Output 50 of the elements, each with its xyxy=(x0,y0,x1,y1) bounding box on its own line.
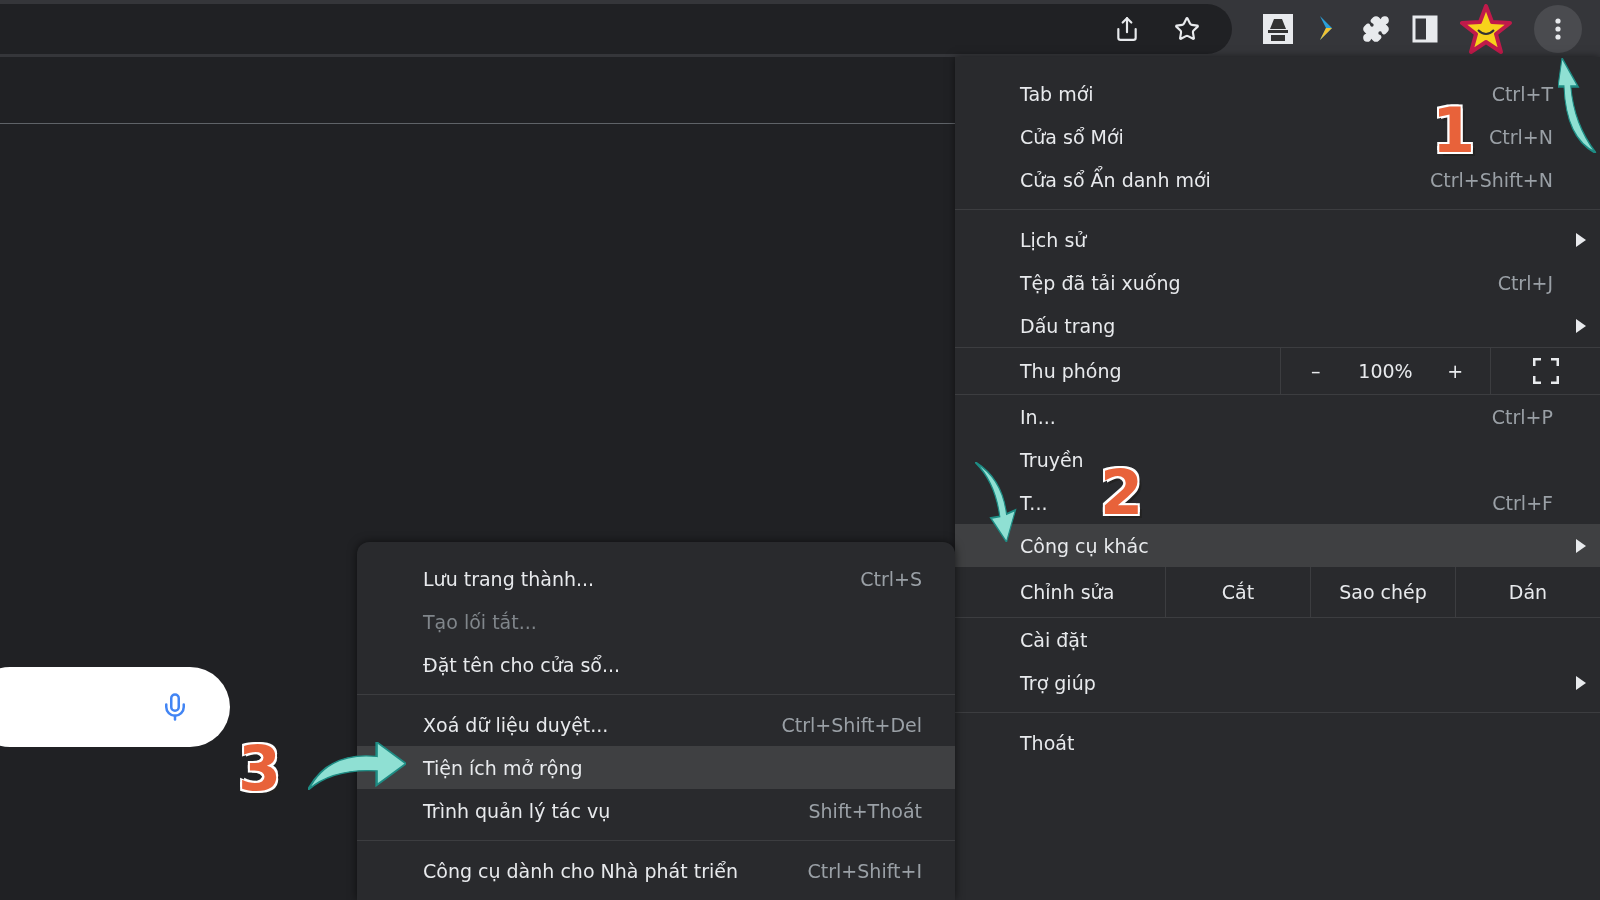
fullscreen-icon[interactable] xyxy=(1532,358,1559,384)
edit-button[interactable]: Cắt xyxy=(1165,567,1310,617)
menu-item[interactable]: Cửa sổ Ẩn danh mới xyxy=(1020,168,1211,191)
menu-item[interactable]: T... xyxy=(1020,491,1048,514)
menu-item[interactable]: Lịch sử xyxy=(1020,228,1087,251)
share-icon[interactable] xyxy=(1114,15,1140,42)
more-icon xyxy=(1555,17,1561,40)
shortcut-text: Ctrl+T xyxy=(1491,82,1553,105)
shortcut-text: Ctrl+S xyxy=(860,567,922,590)
shortcut-text: Ctrl+P xyxy=(1491,405,1553,428)
menu-item[interactable]: In... xyxy=(1020,405,1056,428)
menu-button[interactable] xyxy=(1534,4,1582,53)
shortcut-text: Ctrl+J xyxy=(1497,271,1553,294)
puzzle-icon[interactable] xyxy=(1362,14,1390,43)
menu-item[interactable]: Đặt tên cho cửa sổ... xyxy=(423,653,621,676)
extension-icon[interactable] xyxy=(1262,12,1294,45)
menu-item[interactable]: Trợ giúp xyxy=(1020,671,1096,694)
bookmark-star-icon[interactable] xyxy=(1174,15,1200,42)
menu-item[interactable]: Tệp đã tải xuống xyxy=(1020,271,1181,294)
search-box[interactable] xyxy=(0,667,230,747)
zoom-in-button[interactable]: + xyxy=(1420,360,1490,382)
shortcut-text: Ctrl+N xyxy=(1489,125,1553,148)
zoom-out-button[interactable]: – xyxy=(1281,360,1351,382)
shortcut-text: Shift+Thoát xyxy=(808,799,922,822)
menu-item[interactable]: Dấu trang xyxy=(1020,314,1116,337)
menu-item[interactable]: Tiện ích mở rộng xyxy=(423,756,583,779)
menu-item[interactable]: Tab mới xyxy=(1020,82,1094,105)
smiling-star-avatar-icon[interactable] xyxy=(1460,3,1512,54)
menu-item[interactable]: Công cụ dành cho Nhà phát triển xyxy=(423,859,738,882)
shortcut-text: Ctrl+Shift+Del xyxy=(781,713,922,736)
menu-item[interactable]: Lưu trang thành... xyxy=(423,567,595,590)
menu-item[interactable]: Thoát xyxy=(1020,731,1075,754)
menu-item-label: Chỉnh sửa xyxy=(1020,581,1115,603)
side-panel-icon[interactable] xyxy=(1412,14,1438,43)
menu-item[interactable]: Trình quản lý tác vụ xyxy=(423,799,611,822)
menu-item[interactable]: Cài đặt xyxy=(1020,628,1088,651)
menu-item[interactable]: Xoá dữ liệu duyệt... xyxy=(423,713,609,736)
shortcut-text: Ctrl+Shift+I xyxy=(807,859,922,882)
step-number: 1 xyxy=(1432,100,1476,162)
menu-item[interactable]: Cửa sổ Mới xyxy=(1020,125,1124,148)
step-number: 2 xyxy=(1100,462,1144,524)
shortcut-text: Ctrl+Shift+N xyxy=(1429,168,1553,191)
menu-item[interactable]: Truyền xyxy=(1020,448,1084,471)
menu-item-label: Thu phóng xyxy=(1020,360,1122,382)
zoom-level: 100% xyxy=(1357,360,1414,382)
menu-item[interactable]: Công cụ khác xyxy=(1020,534,1149,557)
edit-button[interactable]: Sao chép xyxy=(1310,567,1455,617)
step-number: 3 xyxy=(238,738,282,800)
edit-button[interactable]: Dán xyxy=(1455,567,1600,617)
shortcut-text: Ctrl+F xyxy=(1492,491,1553,514)
